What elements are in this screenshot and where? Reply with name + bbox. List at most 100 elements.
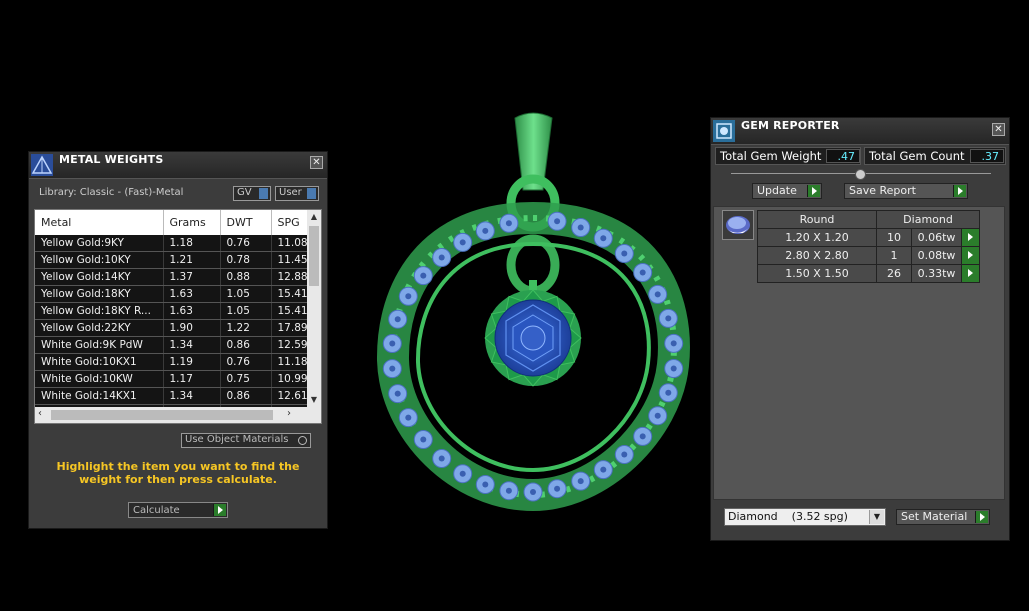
- table-cell: 10.99: [271, 370, 308, 388]
- material-header: Diamond: [875, 210, 981, 229]
- gem-row-play-button[interactable]: [960, 264, 981, 283]
- table-cell: 12.61: [271, 387, 308, 405]
- pave-stone-table: [600, 466, 607, 473]
- scroll-up-icon[interactable]: ▲: [307, 210, 321, 224]
- table-cell: White Gold:14KX1: [35, 387, 164, 405]
- table-row[interactable]: White Gold:10KX1 1.19 0.76 11.18: [35, 353, 308, 371]
- save-report-button[interactable]: Save Report: [844, 183, 968, 199]
- gem-count: 1: [876, 246, 912, 265]
- pave-stone-table: [670, 365, 677, 372]
- play-icon: [968, 233, 974, 241]
- table-cell: 1.18: [163, 235, 221, 252]
- material-select[interactable]: Diamond (3.52 spg) ▼: [724, 508, 886, 526]
- gv-toggle-indicator: [259, 188, 268, 199]
- pave-stone-table: [420, 272, 427, 279]
- pave-stone-table: [420, 436, 427, 443]
- material-select-value: Diamond (3.52 spg): [728, 510, 848, 523]
- library-label: Library: Classic - (Fast)-Metal: [39, 187, 184, 198]
- gem-list[interactable]: Round Diamond 1.20 X 1.20 10 0.06tw 2.80 X …: [713, 206, 1005, 500]
- table-cell: 1.17: [163, 370, 221, 388]
- scroll-hthumb[interactable]: [51, 410, 273, 420]
- pave-stone-table: [554, 485, 561, 492]
- table-cell: 0.86: [220, 387, 272, 405]
- pendant-3d-view[interactable]: [340, 100, 710, 520]
- gem-shape-icon: [726, 216, 750, 234]
- table-cell: White Gold:9K PdW: [35, 336, 164, 354]
- gv-toggle-label: GV: [237, 187, 252, 198]
- play-icon: [968, 269, 974, 277]
- use-object-materials-label: Use Object Materials: [185, 434, 289, 445]
- table-row[interactable]: Yellow Gold:14KY 1.37 0.88 12.88: [35, 268, 308, 286]
- update-label: Update: [757, 184, 797, 197]
- pave-stone-table: [665, 389, 672, 396]
- gem-row[interactable]: 2.80 X 2.80 1 0.08tw: [757, 246, 981, 265]
- table-cell: Yellow Gold:22KY: [35, 319, 164, 337]
- metal-weights-title: METAL WEIGHTS: [59, 153, 164, 166]
- table-cell: 11.18: [271, 353, 308, 371]
- table-cell: 1.90: [163, 319, 221, 337]
- scroll-thumb[interactable]: [309, 226, 319, 286]
- table-row[interactable]: White Gold:9K PdW 1.34 0.86 12.59: [35, 336, 308, 354]
- pave-stone-table: [405, 414, 412, 421]
- table-row[interactable]: White Gold:14KX1 1.34 0.86 12.61: [35, 387, 308, 405]
- column-header[interactable]: SPG: [271, 210, 308, 235]
- update-button[interactable]: Update: [752, 183, 822, 199]
- table-cell: Yellow Gold:9KY: [35, 235, 164, 252]
- metal-weights-titlebar[interactable]: METAL WEIGHTS ✕: [29, 152, 327, 179]
- scroll-right-icon[interactable]: ›: [287, 408, 291, 419]
- round-diamond-icon: [722, 210, 754, 240]
- gem-row[interactable]: 1.50 X 1.50 26 0.33tw: [757, 264, 981, 283]
- set-material-label: Set Material: [901, 510, 968, 523]
- table-row[interactable]: White Gold:10KW 1.17 0.75 10.99: [35, 370, 308, 388]
- set-material-button[interactable]: Set Material: [896, 509, 990, 525]
- table-row[interactable]: Yellow Gold:18KY R... 1.63 1.05 15.41: [35, 302, 308, 320]
- pave-stone-table: [482, 227, 489, 234]
- pave-stone-table: [482, 481, 489, 488]
- gem-reporter-title: GEM REPORTER: [741, 119, 840, 132]
- gem-row[interactable]: 1.20 X 1.20 10 0.06tw: [757, 228, 981, 247]
- play-icon: [213, 504, 226, 516]
- pave-stone-table: [530, 489, 536, 495]
- user-toggle[interactable]: User: [275, 186, 319, 201]
- table-row[interactable]: Yellow Gold:10KY 1.21 0.78 11.45: [35, 251, 308, 269]
- chevron-down-icon[interactable]: ▼: [869, 510, 884, 524]
- gem-table-header: Round Diamond: [757, 210, 981, 229]
- table-cell: 12.88: [271, 268, 308, 286]
- horizontal-scrollbar[interactable]: ‹ ›: [35, 407, 321, 423]
- scroll-down-icon[interactable]: ▼: [307, 393, 321, 407]
- calculate-button[interactable]: Calculate: [128, 502, 228, 518]
- gem-count: 26: [876, 264, 912, 283]
- table-cell: 1.05: [220, 302, 272, 320]
- pave-stone-table: [405, 293, 412, 300]
- play-icon: [975, 511, 988, 523]
- column-header[interactable]: DWT: [220, 210, 272, 235]
- pave-stone-table: [505, 220, 512, 227]
- table-cell: 0.86: [220, 336, 272, 354]
- table-cell: White Gold:10KX1: [35, 353, 164, 371]
- splitter-handle-icon[interactable]: [855, 169, 866, 180]
- pave-stone-table: [577, 478, 584, 485]
- gv-toggle[interactable]: GV: [233, 186, 271, 201]
- gem-count: 10: [876, 228, 912, 247]
- pave-stone-table: [600, 235, 607, 242]
- table-row[interactable]: Yellow Gold:22KY 1.90 1.22 17.89: [35, 319, 308, 337]
- table-cell: 11.45: [271, 251, 308, 269]
- vertical-scrollbar[interactable]: ▲ ▼: [307, 210, 321, 407]
- pave-stone-table: [438, 254, 445, 261]
- pave-stone-table: [577, 224, 584, 231]
- gem-row-play-button[interactable]: [960, 246, 981, 265]
- use-object-materials-toggle[interactable]: Use Object Materials: [181, 433, 311, 448]
- table-row[interactable]: Yellow Gold:18KY 1.63 1.05 15.41: [35, 285, 308, 303]
- scroll-left-icon[interactable]: ‹: [38, 408, 42, 419]
- close-icon[interactable]: ✕: [992, 123, 1005, 136]
- table-cell: Yellow Gold:18KY: [35, 285, 164, 303]
- table-row[interactable]: Yellow Gold:9KY 1.18 0.76 11.08: [35, 235, 308, 252]
- gem-reporter-titlebar[interactable]: GEM REPORTER ✕: [711, 118, 1009, 145]
- column-header[interactable]: Metal: [35, 210, 164, 235]
- column-header[interactable]: Grams: [163, 210, 221, 235]
- metal-list[interactable]: Metal Grams DWT SPG Yellow Gold:9KY 1.18 0.76…: [34, 209, 322, 424]
- pave-stone-table: [665, 315, 672, 322]
- gem-row-play-button[interactable]: [960, 228, 981, 247]
- table-cell: 1.34: [163, 387, 221, 405]
- close-icon[interactable]: ✕: [310, 156, 323, 169]
